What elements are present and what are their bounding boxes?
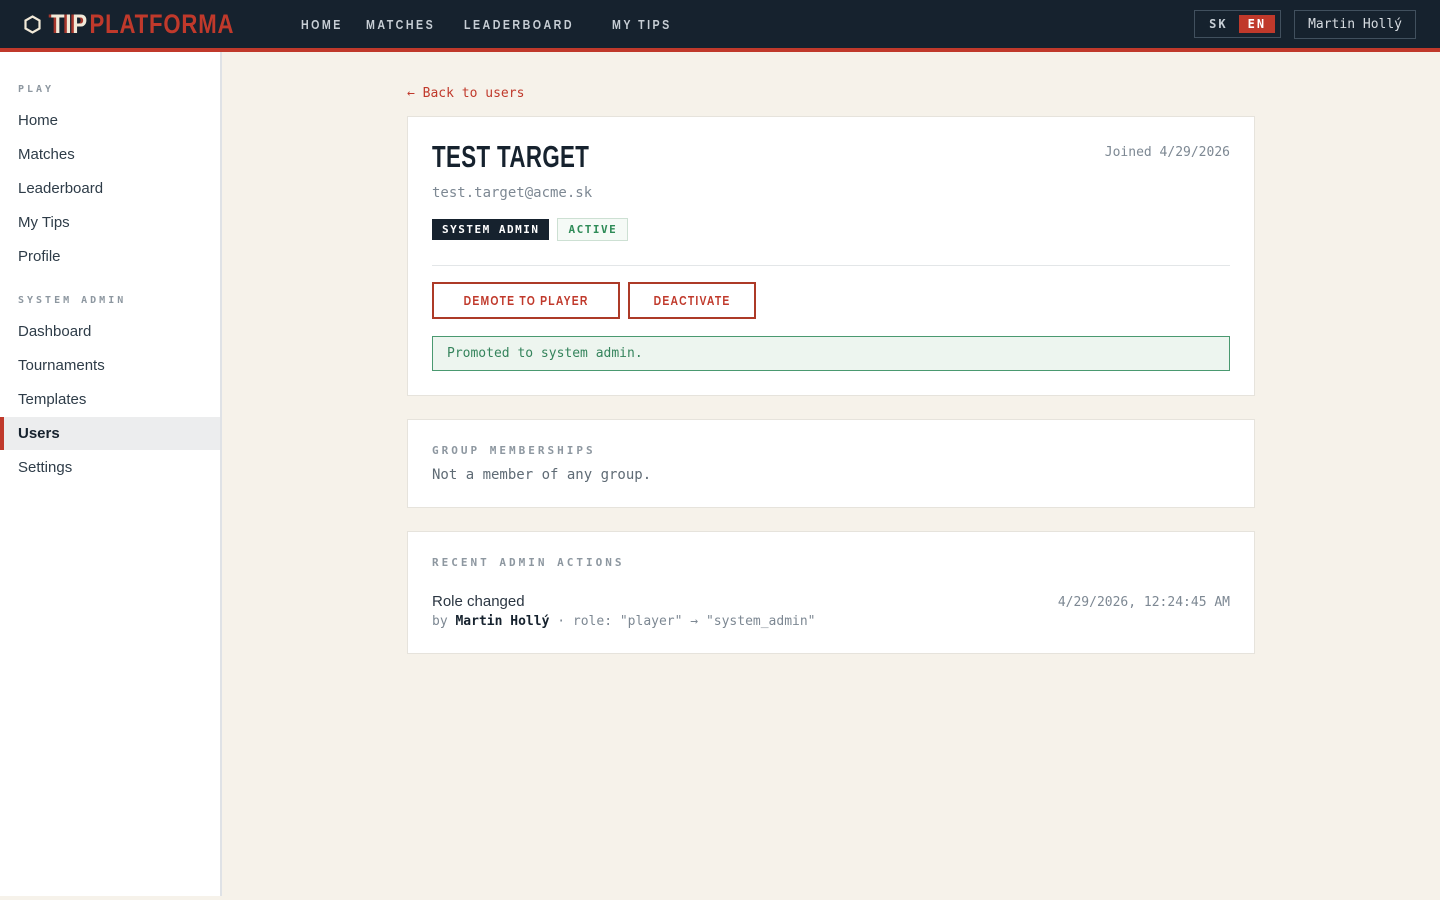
admin-action-name: Role changed — [432, 593, 816, 610]
brand-wordmark: TIPPLATFORMA — [51, 9, 234, 40]
language-toggle: SK EN — [1194, 10, 1281, 38]
nav-item-home[interactable]: HOME — [301, 17, 352, 32]
status-badge: ACTIVE — [557, 218, 628, 241]
sidebar-item-leaderboard[interactable]: Leaderboard — [0, 172, 220, 205]
top-nav-bar: TIPPLATFORMA HOME MATCHES LEADERBOARD MY… — [0, 0, 1440, 52]
admin-action-actor: Martin Hollý — [455, 614, 549, 629]
sidebar-item-users[interactable]: Users — [0, 417, 220, 450]
sidebar-item-dashboard[interactable]: Dashboard — [0, 315, 220, 348]
admin-action-timestamp: 4/29/2026, 12:24:45 AM — [1058, 595, 1230, 610]
sidebar-section-label: SYSTEM ADMIN — [0, 287, 220, 314]
user-menu-button[interactable]: Martin Hollý — [1294, 10, 1416, 39]
sidebar-item-matches[interactable]: Matches — [0, 138, 220, 171]
sidebar-item-my-tips[interactable]: My Tips — [0, 206, 220, 239]
nav-item-my-tips[interactable]: MY TIPS — [612, 17, 685, 32]
hexagon-logo-icon — [24, 15, 41, 34]
sidebar-item-templates[interactable]: Templates — [0, 383, 220, 416]
demote-to-player-button[interactable]: DEMOTE TO PLAYER — [432, 282, 620, 319]
recent-admin-actions-card: RECENT ADMIN ACTIONS Role changed by Mar… — [407, 531, 1255, 654]
joined-date: Joined 4/29/2026 — [1105, 145, 1230, 160]
header-right-controls: SK EN Martin Hollý — [1194, 10, 1416, 39]
sidebar-item-profile[interactable]: Profile — [0, 240, 220, 273]
sidebar-item-settings[interactable]: Settings — [0, 451, 220, 484]
deactivate-button[interactable]: DEACTIVATE — [628, 282, 756, 319]
sidebar-section-label: PLAY — [0, 76, 220, 103]
group-memberships-title: GROUP MEMBERSHIPS — [432, 444, 1230, 457]
admin-action-entry: Role changed by Martin Hollý · role: "pl… — [432, 593, 1230, 629]
back-to-users-link[interactable]: ← Back to users — [407, 86, 524, 101]
language-option-en[interactable]: EN — [1239, 15, 1275, 33]
nav-item-matches[interactable]: MATCHES — [366, 17, 450, 32]
primary-nav: HOME MATCHES LEADERBOARD MY TIPS — [301, 17, 699, 32]
page-title: TEST TARGET — [432, 141, 650, 172]
language-option-sk[interactable]: SK — [1200, 15, 1236, 33]
sidebar-section-play: PLAY Home Matches Leaderboard My Tips Pr… — [0, 76, 220, 273]
main-content: ← Back to users TEST TARGET Joined 4/29/… — [222, 52, 1440, 896]
divider — [432, 265, 1230, 266]
sidebar: PLAY Home Matches Leaderboard My Tips Pr… — [0, 52, 222, 896]
sidebar-item-home[interactable]: Home — [0, 104, 220, 137]
sidebar-section-system-admin: SYSTEM ADMIN Dashboard Tournaments Templ… — [0, 287, 220, 484]
group-memberships-empty-text: Not a member of any group. — [432, 467, 1230, 483]
role-badge: SYSTEM ADMIN — [432, 219, 549, 240]
sidebar-item-tournaments[interactable]: Tournaments — [0, 349, 220, 382]
user-profile-card: TEST TARGET Joined 4/29/2026 test.target… — [407, 116, 1255, 396]
recent-admin-actions-title: RECENT ADMIN ACTIONS — [432, 556, 1230, 569]
brand-logo[interactable]: TIPPLATFORMA — [24, 9, 275, 40]
success-flash-message: Promoted to system admin. — [432, 336, 1230, 371]
nav-item-leaderboard[interactable]: LEADERBOARD — [464, 17, 598, 32]
user-email: test.target@acme.sk — [432, 185, 1230, 201]
admin-action-meta: by Martin Hollý · role: "player" → "syst… — [432, 614, 816, 629]
group-memberships-card: GROUP MEMBERSHIPS Not a member of any gr… — [407, 419, 1255, 508]
